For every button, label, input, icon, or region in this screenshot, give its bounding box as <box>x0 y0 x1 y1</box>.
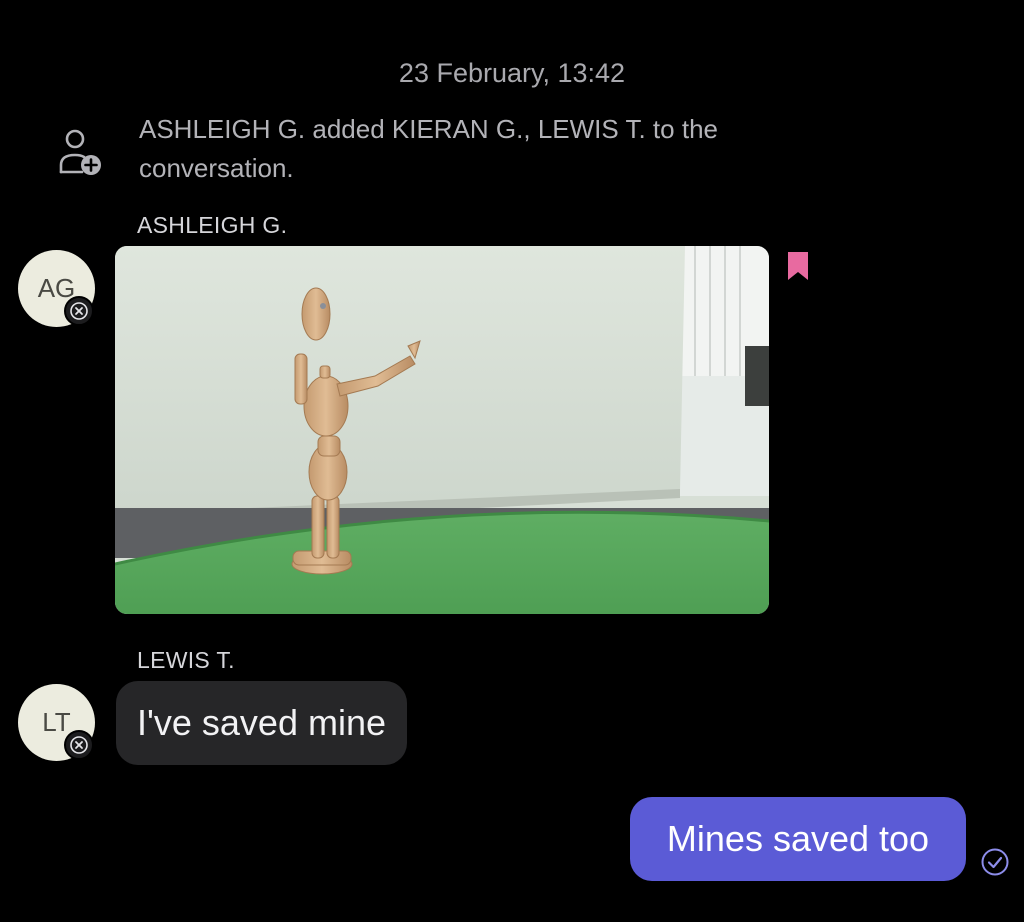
message-text: I've saved mine <box>137 702 386 743</box>
outgoing-message-bubble[interactable]: Mines saved too <box>630 797 966 881</box>
person-add-icon <box>59 129 101 175</box>
check-circle-icon <box>981 848 1009 876</box>
image-attachment[interactable] <box>115 246 769 614</box>
avatar-badge <box>64 730 94 760</box>
avatar[interactable]: LT <box>18 684 95 761</box>
avatar-initials: LT <box>42 707 71 737</box>
photo-image <box>115 246 769 614</box>
system-event: ASHLEIGH G. added KIERAN G., LEWIS T. to… <box>56 110 816 190</box>
message-text: Mines saved too <box>666 818 930 859</box>
avatar-badge <box>64 296 94 326</box>
sender-name: ASHLEIGH G. <box>137 212 288 238</box>
system-event-text: ASHLEIGH G. added KIERAN G., LEWIS T. to… <box>139 114 718 183</box>
date-divider: 23 February, 13:42 <box>398 58 626 88</box>
incoming-message-bubble[interactable]: I've saved mine <box>116 681 407 765</box>
close-circle-icon <box>70 302 88 320</box>
close-circle-icon <box>70 736 88 754</box>
sender-name: LEWIS T. <box>137 647 235 673</box>
bookmark-icon[interactable] <box>786 250 810 282</box>
avatar[interactable]: AG <box>18 250 95 327</box>
